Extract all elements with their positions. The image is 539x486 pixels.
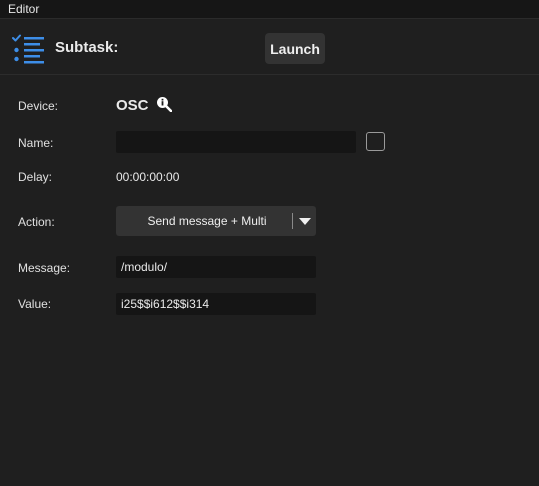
device-value: OSC — [116, 97, 149, 114]
editor-header: Subtask: Launch — [0, 19, 539, 75]
message-label: Message: — [18, 261, 71, 275]
action-dropdown-value: Send message + Multi — [147, 214, 267, 228]
action-dropdown[interactable]: Send message + Multi — [116, 206, 316, 236]
name-input[interactable] — [116, 131, 356, 153]
subtask-label: Subtask: — [55, 39, 119, 56]
value-input[interactable] — [116, 293, 316, 315]
window-titlebar: Editor — [0, 0, 539, 19]
name-checkbox[interactable] — [366, 132, 385, 151]
device-label: Device: — [18, 99, 59, 113]
delay-label: Delay: — [18, 170, 53, 184]
action-label: Action: — [18, 215, 55, 229]
caret-down-icon[interactable] — [298, 217, 312, 226]
dropdown-separator — [292, 213, 293, 229]
window-title: Editor — [8, 2, 40, 16]
task-list-icon — [12, 34, 44, 64]
message-input[interactable] — [116, 256, 316, 278]
name-label: Name: — [18, 136, 54, 150]
value-label: Value: — [18, 297, 52, 311]
info-magnifier-icon[interactable] — [156, 96, 172, 112]
launch-button[interactable]: Launch — [265, 33, 325, 64]
delay-value[interactable]: 00:00:00:00 — [116, 170, 179, 184]
